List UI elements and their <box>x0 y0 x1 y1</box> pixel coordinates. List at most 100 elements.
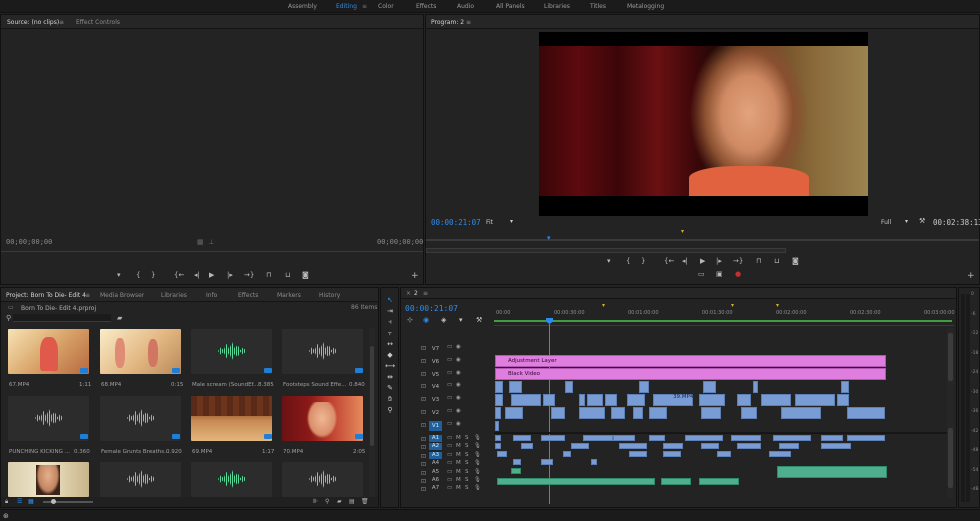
track-name-a3[interactable]: A3 <box>429 451 442 459</box>
new-bin-icon[interactable]: ▰ <box>117 314 122 322</box>
project-item-thumbnail[interactable] <box>191 396 272 441</box>
solo-button[interactable]: S <box>465 443 469 449</box>
panel-menu-icon[interactable]: ≡ <box>85 292 90 299</box>
lock-track-icon[interactable]: ⊡ <box>421 358 426 365</box>
panel-menu-icon[interactable]: ≡ <box>423 290 428 297</box>
automate-icon[interactable]: ⊪ <box>313 498 318 505</box>
lock-track-icon[interactable]: ⊡ <box>421 478 426 485</box>
marker-icon[interactable]: ▾ <box>602 302 605 309</box>
quality-chevron-down-icon[interactable]: ▾ <box>905 218 908 225</box>
program-time-ruler[interactable] <box>426 239 979 241</box>
pen-tool-icon[interactable]: ✎ <box>385 384 395 393</box>
zoom-slider[interactable] <box>43 499 93 504</box>
project-item-thumbnail[interactable] <box>100 329 181 374</box>
track-header-a6[interactable]: ⊡ A6 ▭ M S 🎙︎ <box>401 477 493 485</box>
mute-button[interactable]: M <box>456 435 461 441</box>
tab-effects[interactable]: Effects <box>238 292 258 299</box>
eye-icon[interactable]: ◉ <box>456 344 461 350</box>
item-name[interactable]: PUNCHING KICKING ... <box>9 449 70 455</box>
audio-clip[interactable] <box>563 451 571 457</box>
eye-icon[interactable]: ◉ <box>456 357 461 363</box>
video-clip[interactable] <box>627 394 645 406</box>
playhead-line[interactable] <box>549 324 550 504</box>
track-name-a1[interactable]: A1 <box>429 435 442 442</box>
overwrite-icon[interactable]: ⊔ <box>285 272 290 279</box>
video-clip[interactable] <box>579 407 605 419</box>
extract-icon[interactable]: ⊔ <box>774 258 779 265</box>
project-item-thumbnail[interactable] <box>282 329 363 374</box>
audio-clip[interactable] <box>495 443 501 449</box>
lock-track-icon[interactable]: ⊡ <box>421 470 426 477</box>
mic-icon[interactable]: 🎙︎ <box>474 477 481 483</box>
video-clip[interactable] <box>837 394 849 406</box>
sync-lock-icon[interactable]: ▭ <box>447 357 452 363</box>
track-header-a7[interactable]: ⊡ A7 ▭ M S 🎙︎ <box>401 485 493 493</box>
video-clip[interactable] <box>753 381 758 393</box>
icon-view-icon[interactable]: ▦ <box>28 498 34 505</box>
eye-icon[interactable]: ◉ <box>456 382 461 388</box>
track-header-v5[interactable]: ⊡ V5 ▭ ◉ <box>401 370 493 382</box>
audio-clip[interactable] <box>497 478 655 485</box>
video-clip[interactable] <box>737 394 751 406</box>
lock-track-icon[interactable]: ⊡ <box>421 371 426 378</box>
safe-margin-icon[interactable]: ▦ <box>197 239 204 246</box>
insert-icon[interactable]: ⊓ <box>266 272 271 279</box>
tab-libraries[interactable]: Libraries <box>161 292 187 299</box>
go-to-out-icon[interactable]: →} <box>733 258 743 265</box>
project-item-thumbnail[interactable] <box>8 329 89 374</box>
audio-clip[interactable] <box>511 468 521 474</box>
scrollbar-thumb[interactable] <box>370 346 374 446</box>
sync-lock-icon[interactable]: ▭ <box>447 344 452 350</box>
project-item-thumbnail[interactable] <box>100 396 181 441</box>
panel-menu-icon[interactable]: ≡ <box>59 19 64 26</box>
track-header-a5[interactable]: ⊡ A5 ▭ M S 🎙︎ <box>401 469 493 477</box>
workspace-editing[interactable]: Editing <box>336 3 357 10</box>
lock-track-icon[interactable]: ⊡ <box>421 436 426 443</box>
mic-icon[interactable]: 🎙︎ <box>474 435 481 441</box>
search-input[interactable] <box>13 314 111 322</box>
audio-clip[interactable] <box>629 451 647 457</box>
audio-clip[interactable] <box>701 443 719 449</box>
track-header-v3[interactable]: ⊡ V3 ▭ ◉ <box>401 395 493 407</box>
video-clip[interactable] <box>587 394 603 406</box>
go-to-in-icon[interactable]: {← <box>664 258 674 265</box>
video-clip[interactable] <box>639 381 649 393</box>
export-frame-icon[interactable]: ◙ <box>302 272 309 279</box>
video-clip[interactable] <box>509 381 522 393</box>
tab-effect-controls[interactable]: Effect Controls <box>76 19 120 26</box>
mute-button[interactable]: M <box>456 477 461 483</box>
video-clip[interactable] <box>841 381 849 393</box>
mute-button[interactable]: M <box>456 485 461 491</box>
project-scrollbar[interactable] <box>369 328 375 503</box>
audio-clip[interactable] <box>769 451 791 457</box>
audio-clip[interactable] <box>685 435 723 441</box>
tab-source[interactable]: Source: (no clips) <box>7 19 59 26</box>
close-icon[interactable]: × <box>406 290 411 297</box>
track-name-a4[interactable]: A4 <box>429 460 442 467</box>
item-name[interactable]: 68.MP4 <box>101 382 121 388</box>
tab-history[interactable]: History <box>319 292 340 299</box>
razor-tool-icon[interactable]: ◆ <box>385 351 395 360</box>
play-icon[interactable]: ▶ <box>700 258 705 265</box>
timeline-timecode[interactable]: 00:00:21:07 <box>405 304 458 313</box>
rate-stretch-tool-icon[interactable]: ↔ <box>385 340 395 349</box>
tab-program[interactable]: Program: 2 <box>431 19 464 26</box>
track-name-v1[interactable]: V1 <box>429 420 442 431</box>
fit-chevron-down-icon[interactable]: ▾ <box>510 218 513 225</box>
mute-button[interactable]: M <box>456 443 461 449</box>
step-back-icon[interactable]: ◂| <box>682 258 688 265</box>
lock-track-icon[interactable]: ⊡ <box>421 461 426 468</box>
track-name-v6[interactable]: V6 <box>429 357 442 367</box>
video-clip[interactable] <box>495 421 499 431</box>
lift-icon[interactable]: ⊓ <box>756 258 761 265</box>
lock-track-icon[interactable]: ⊡ <box>421 453 426 460</box>
quality-dropdown[interactable]: Full <box>881 219 891 226</box>
sync-lock-icon[interactable]: ▭ <box>447 435 452 441</box>
mark-in-icon[interactable]: { <box>136 272 140 279</box>
eye-icon[interactable]: ◉ <box>456 421 461 427</box>
lock-track-icon[interactable]: ⊡ <box>421 444 426 451</box>
search-icon[interactable]: ⚲ <box>6 314 11 322</box>
slide-tool-icon[interactable]: ⇹ <box>385 373 395 382</box>
step-forward-icon[interactable]: |▸ <box>227 272 233 279</box>
snap-icon[interactable]: ⊹ <box>407 316 413 324</box>
